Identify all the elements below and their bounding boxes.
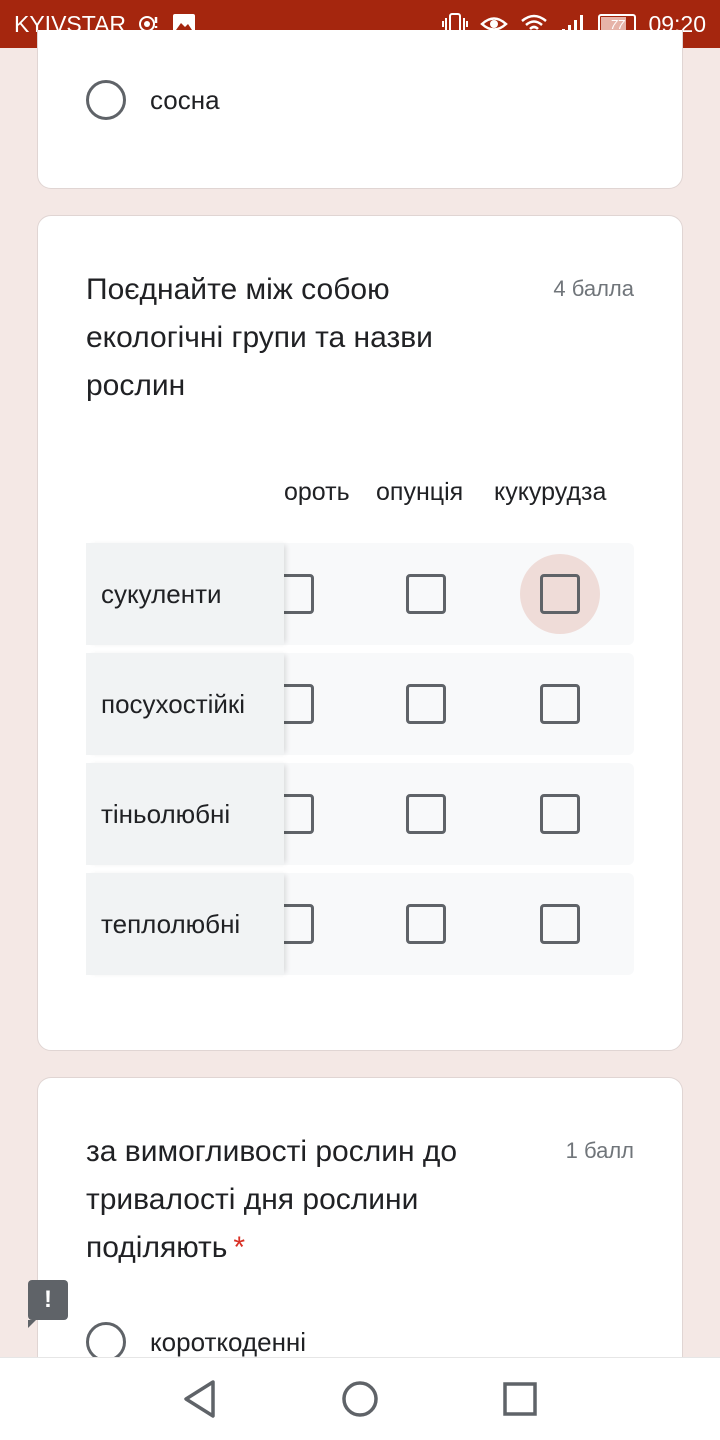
grid-column-headers: ороть опунція кукурудза: [284, 456, 634, 516]
checkbox-col-1[interactable]: [284, 574, 314, 614]
recents-square-icon: [503, 1382, 537, 1416]
checkbox-col-3[interactable]: [540, 684, 580, 724]
grid-row-label: сукуленти: [86, 543, 284, 645]
radio-option-label: короткоденні: [150, 1326, 307, 1357]
grid-row-label: тіньолюбні: [86, 763, 284, 865]
question-points: 1 балл: [565, 1138, 634, 1163]
recents-button[interactable]: [490, 1369, 550, 1429]
grid-row-teplolyubni: теплолюбні: [86, 873, 634, 975]
grid-row-label: посухостійкі: [86, 653, 284, 755]
radio-option[interactable]: короткоденні: [86, 1322, 306, 1362]
checkbox-col-3[interactable]: [540, 904, 580, 944]
checkbox-col-1[interactable]: [284, 904, 314, 944]
back-triangle-icon: [184, 1380, 215, 1418]
feedback-icon[interactable]: !: [28, 1280, 68, 1328]
radio-option[interactable]: сосна: [86, 80, 220, 120]
radio-button[interactable]: [86, 1322, 126, 1362]
grid-row-label: теплолюбні: [86, 873, 284, 975]
home-button[interactable]: [330, 1369, 390, 1429]
checkbox-col-2[interactable]: [406, 574, 446, 614]
checkbox-col-2[interactable]: [406, 904, 446, 944]
question-title: за вимогливості рослин до тривалості дня…: [86, 1128, 496, 1272]
question-title-text: за вимогливості рослин до тривалості дня…: [86, 1135, 458, 1264]
grid-row-checkboxes: [284, 543, 634, 645]
grid-row-checkboxes: [284, 873, 634, 975]
checkbox-col-2[interactable]: [406, 684, 446, 724]
previous-question-card: сосна: [37, 30, 683, 189]
grid-row-checkboxes: [284, 763, 634, 865]
home-circle-icon: [342, 1381, 378, 1417]
grid-row-posuhostiiki: посухостійкі: [86, 653, 634, 755]
radio-button[interactable]: [86, 80, 126, 120]
grid-row-checkboxes: [284, 653, 634, 755]
column-header-2: опунція: [376, 478, 464, 506]
grid-row-sukulenty: сукуленти: [86, 543, 634, 645]
checkbox-col-1[interactable]: [284, 684, 314, 724]
question-title: Поєднайте між собою екологічні групи та …: [86, 273, 433, 402]
checkbox-col-3[interactable]: [540, 794, 580, 834]
navigation-bar: [0, 1357, 720, 1440]
back-button[interactable]: [170, 1369, 230, 1429]
column-header-3: кукурудза: [494, 478, 607, 506]
grid-question-card: Поєднайте між собою екологічні групи та …: [37, 215, 683, 1051]
column-header-1: ороть: [284, 478, 350, 506]
grid-row-tinolyubni: тіньолюбні: [86, 763, 634, 865]
checkbox-col-3[interactable]: [540, 574, 580, 614]
checkbox-col-2[interactable]: [406, 794, 446, 834]
next-question-card: за вимогливості рослин до тривалості дня…: [37, 1077, 683, 1367]
question-points: 4 балла: [553, 276, 634, 301]
required-mark: *: [233, 1231, 246, 1264]
radio-option-label: сосна: [150, 84, 220, 115]
checkbox-col-1[interactable]: [284, 794, 314, 834]
